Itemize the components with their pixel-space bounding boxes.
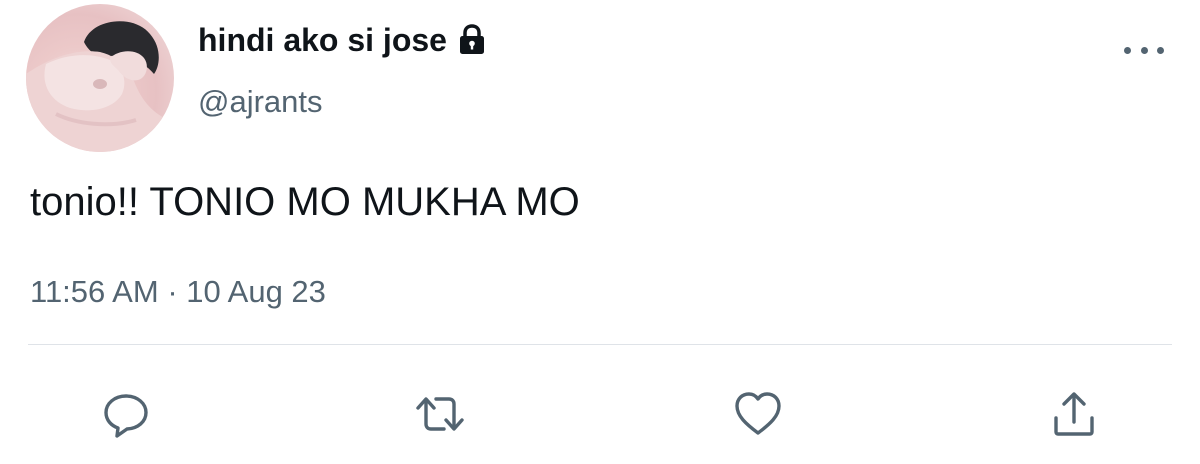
reply-button[interactable]	[98, 386, 154, 442]
avatar[interactable]	[26, 4, 174, 152]
more-dot	[1157, 46, 1164, 54]
share-button[interactable]	[1046, 386, 1102, 442]
avatar-photo	[26, 21, 174, 152]
meta-separator: ·	[167, 274, 178, 309]
lock-icon	[457, 24, 487, 56]
more-dot	[1140, 46, 1148, 54]
display-name[interactable]: hindi ako si jose	[198, 20, 487, 60]
retweet-button[interactable]	[412, 386, 468, 442]
more-options-button[interactable]	[1124, 38, 1164, 62]
heart-icon	[735, 392, 781, 435]
retweet-icon	[416, 397, 464, 431]
tweet-date: 10 Aug 23	[186, 274, 326, 309]
tweet-text: tonio!! TONIO MO MUKHA MO	[30, 180, 580, 224]
like-button[interactable]	[730, 386, 786, 442]
tweet-timestamp[interactable]: 11:56 AM · 10 Aug 23	[30, 272, 326, 312]
reply-icon	[104, 394, 148, 438]
share-icon	[1054, 392, 1094, 436]
display-name-text: hindi ako si jose	[198, 22, 447, 58]
user-handle[interactable]: @ajrants	[198, 82, 323, 122]
more-horizontal-icon	[1124, 46, 1131, 54]
divider	[28, 344, 1172, 345]
tweet-time: 11:56 AM	[30, 274, 159, 309]
